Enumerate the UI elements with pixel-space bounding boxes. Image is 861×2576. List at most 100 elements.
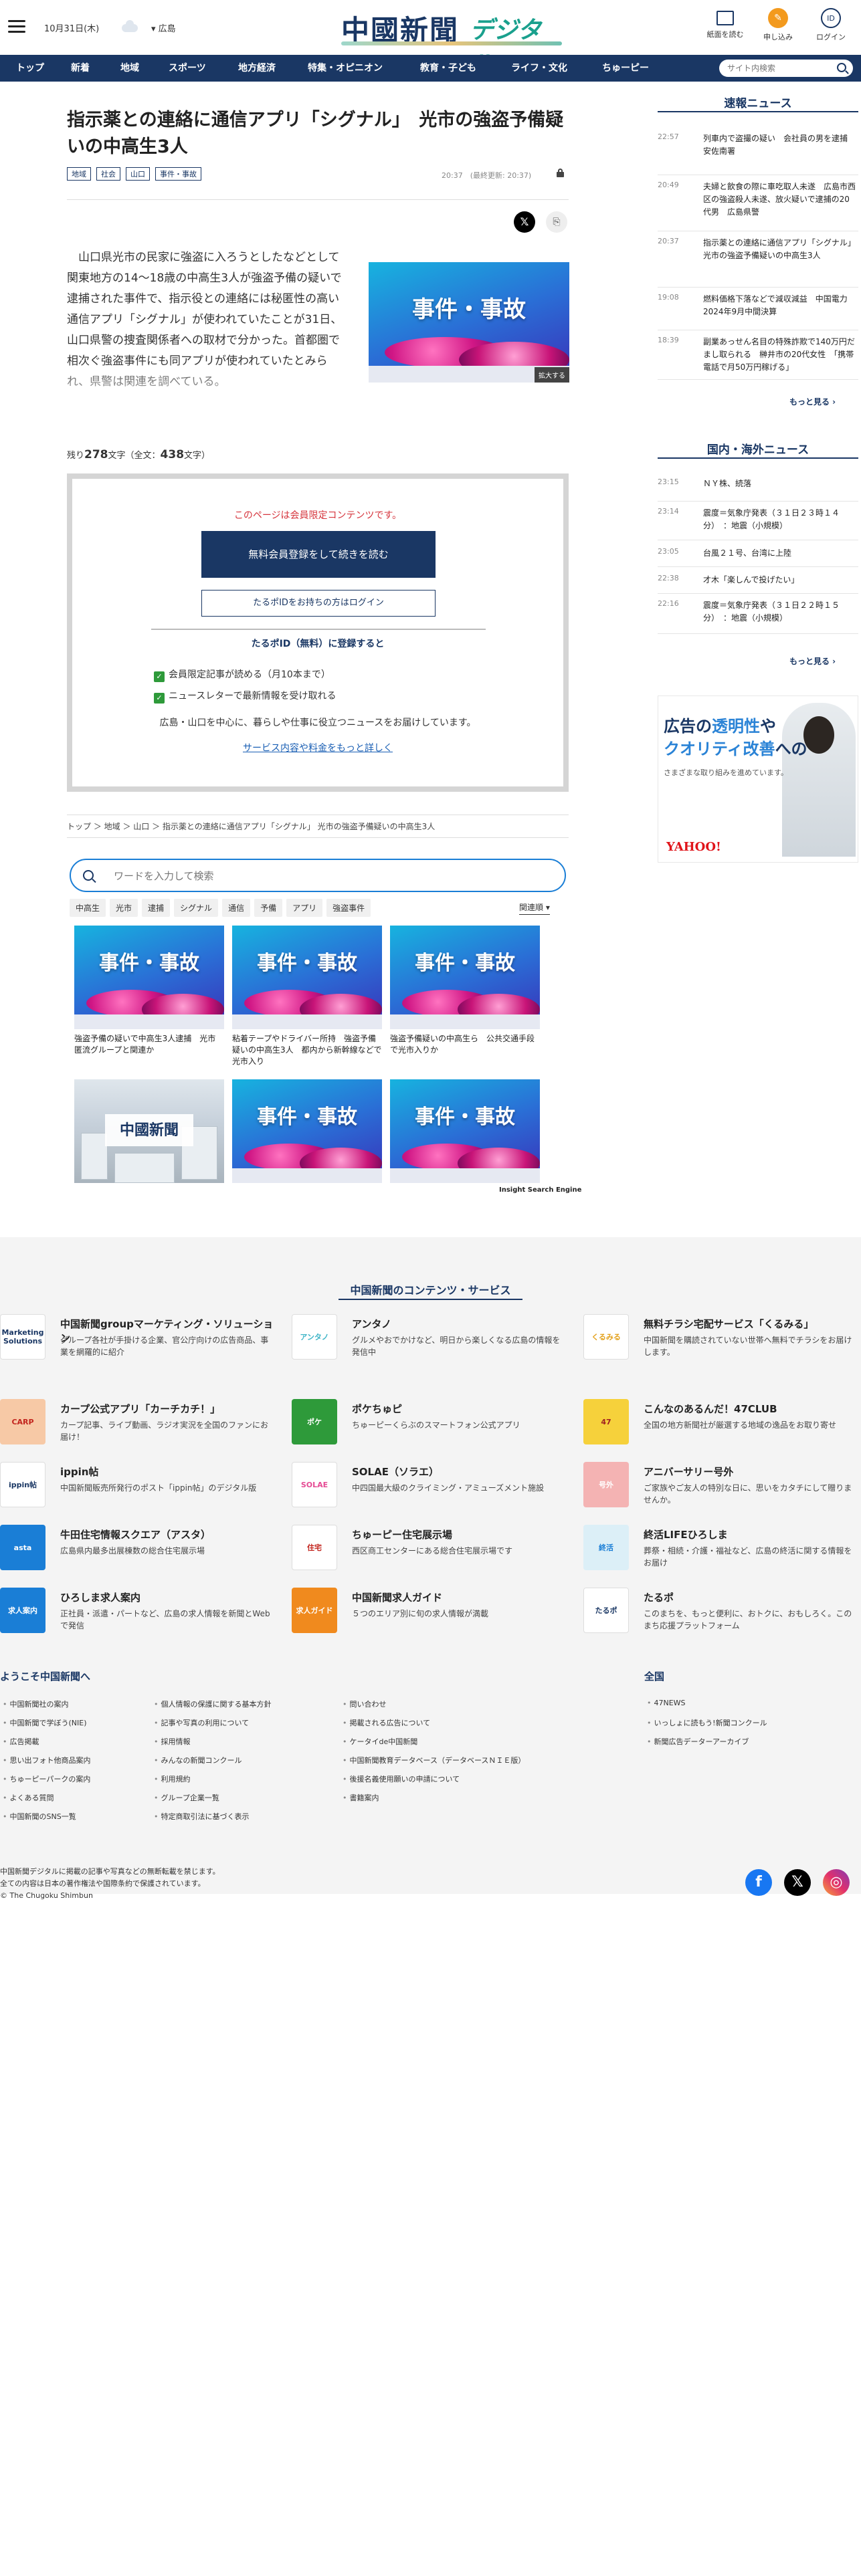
nav-sports[interactable]: スポーツ bbox=[169, 55, 206, 82]
footer-link[interactable]: 利用規約 bbox=[154, 1774, 191, 1784]
world-item[interactable]: 23:05 台風２１号、台湾に上陸 bbox=[658, 540, 858, 567]
tag-society[interactable]: 社会 bbox=[96, 167, 120, 181]
service-item[interactable]: 号外 アニバーサリー号外 ご家族やご友人の特別な日に、思いをカタチにして贈りませんか… bbox=[583, 1462, 852, 1510]
footer-link[interactable]: 中国新聞教育データベース（データベースＮＩＥ版） bbox=[343, 1755, 526, 1765]
login-button[interactable]: ID ログイン bbox=[807, 8, 854, 42]
world-item[interactable]: 23:15 ＮＹ株、続落 bbox=[658, 477, 858, 502]
service-item[interactable]: くるみる 無料チラシ宅配サービス「くるみる」 中国新聞を購読されていない世帯へ無料で… bbox=[583, 1314, 852, 1362]
keyword-search[interactable] bbox=[70, 859, 566, 892]
advertisement[interactable]: 広告の透明性や クオリティ改善への さまざまな取り組みを進めています。 YAHO… bbox=[658, 695, 858, 863]
share-x-icon[interactable]: 𝕏 bbox=[514, 211, 535, 233]
footer-link[interactable]: よくある質問 bbox=[3, 1792, 54, 1803]
nav-life[interactable]: ライフ・文化 bbox=[511, 55, 567, 82]
footer-link[interactable]: ちゅーピーパークの案内 bbox=[3, 1774, 91, 1784]
keyword-search-input[interactable] bbox=[114, 869, 515, 883]
service-item[interactable]: CARP カープ公式アプリ「カーチカチ！」 カープ記事、ライブ動画、ラジオ実況を全国… bbox=[0, 1399, 268, 1447]
footer-link[interactable]: 掲載される広告について bbox=[343, 1717, 431, 1728]
breaking-more-link[interactable]: もっと見る › bbox=[789, 396, 836, 407]
article-image[interactable]: 事件・事故 拡大する bbox=[369, 262, 569, 383]
service-item[interactable]: Marketing Solutions 中国新聞groupマーケティング・ソリュー… bbox=[0, 1314, 273, 1362]
tag-region[interactable]: 地域 bbox=[67, 167, 91, 181]
menu-icon[interactable] bbox=[8, 20, 25, 33]
nav-region[interactable]: 地域 bbox=[120, 55, 139, 82]
nav-economy[interactable]: 地方経済 bbox=[238, 55, 276, 82]
breaking-item[interactable]: 22:57 列車内で盗撮の疑い 会社員の男を逮捕 安佐南署 bbox=[658, 132, 858, 175]
service-item[interactable]: ポケ ポケちゅピ ちゅーピーくらぶのスマートフォン公式アプリ bbox=[292, 1399, 559, 1447]
site-search-input[interactable] bbox=[727, 62, 828, 74]
breaking-item[interactable]: 19:08 燃料価格下落などで減収減益 中国電力 2024年9月中間決算 bbox=[658, 288, 858, 330]
read-paper-button[interactable]: 紙面を読む bbox=[702, 8, 749, 39]
breaking-item[interactable]: 18:39 副業あっせん名目の特殊詐欺で140万円だまし取られる 榊井市の20代女… bbox=[658, 330, 858, 380]
keyword-chip[interactable]: 中高生 bbox=[70, 899, 106, 917]
site-logo[interactable]: 中國新聞 デジタル bbox=[341, 8, 562, 79]
footer-link[interactable]: 後援名義使用願いの申請について bbox=[343, 1774, 460, 1784]
related-card[interactable]: 中國新聞 bbox=[74, 1079, 224, 1183]
site-search[interactable] bbox=[719, 60, 853, 77]
footer-link[interactable]: ケータイde中国新聞 bbox=[343, 1736, 418, 1747]
service-item[interactable]: 求人ガイド 中国新聞求人ガイド ５つのエリア別に旬の求人情報が満載 bbox=[292, 1588, 559, 1636]
footer-link[interactable]: 思い出フォト他商品案内 bbox=[3, 1755, 91, 1765]
region-selector[interactable]: ▾ 広島 bbox=[151, 21, 176, 34]
nav-chupy[interactable]: ちゅーピー bbox=[602, 55, 649, 82]
zoom-button[interactable]: 拡大する bbox=[535, 367, 569, 383]
related-card[interactable]: 事件・事故 bbox=[390, 1079, 540, 1183]
service-item[interactable]: ippin帖 ippin帖 中国新聞販売所発行のポスト「ippin帖」のデジタル版 bbox=[0, 1462, 268, 1510]
footer-link[interactable]: 書籍案内 bbox=[343, 1792, 379, 1803]
facebook-icon[interactable]: f bbox=[745, 1869, 772, 1896]
world-item[interactable]: 22:38 才木「楽しんで投げたい」 bbox=[658, 567, 858, 594]
footer-link[interactable]: 個人情報の保護に関する基本方針 bbox=[154, 1699, 272, 1709]
search-icon[interactable] bbox=[837, 63, 846, 72]
world-item[interactable]: 23:14 震度＝気象庁発表（３１日２３時１４分） ：地震（小規模） bbox=[658, 502, 858, 540]
service-item[interactable]: SOLAE SOLAE（ソラエ） 中四国最大級のクライミング・アミューズメント施設 bbox=[292, 1462, 559, 1510]
service-item[interactable]: アンタノ アンタノ グルメやおでかけなど、明日から楽しくなる広島の情報を発信中 bbox=[292, 1314, 560, 1362]
footer-link[interactable]: グループ企業一覧 bbox=[154, 1792, 219, 1803]
footer-link[interactable]: 記事や写真の利用について bbox=[154, 1717, 250, 1728]
keyword-chip[interactable]: 光市 bbox=[110, 899, 138, 917]
breadcrumb[interactable]: トップ ＞ 地域 ＞ 山口 ＞ 指示薬との連絡に通信アプリ「シグナル」 光市の強… bbox=[67, 815, 569, 838]
x-icon[interactable]: 𝕏 bbox=[784, 1869, 811, 1896]
service-item[interactable]: 求人案内 ひろしま求人案内 正社員・派遣・パートなど、広島の求人情報を新聞とWebで… bbox=[0, 1588, 270, 1636]
footer-link[interactable]: 特定商取引法に基づく表示 bbox=[154, 1811, 250, 1822]
service-item[interactable]: 終活 終活LIFEひろしま 葬祭・相続・介護・福祉など、広島の終活に関する情報をお届… bbox=[583, 1525, 852, 1573]
nav-opinion[interactable]: 特集・オピニオン bbox=[308, 55, 383, 82]
world-item[interactable]: 22:16 震度＝気象庁発表（３１日２２時１５分） ：地震（小規模） bbox=[658, 594, 858, 634]
nav-new[interactable]: 新着 bbox=[71, 55, 90, 82]
instagram-icon[interactable]: ◎ bbox=[823, 1869, 850, 1896]
apply-button[interactable]: ✎ 申し込み bbox=[755, 8, 801, 42]
register-button[interactable]: 無料会員登録をして続きを読む bbox=[201, 531, 436, 578]
nav-top[interactable]: トップ bbox=[16, 55, 44, 82]
paywall-login-button[interactable]: たるポIDをお持ちの方はログイン bbox=[201, 590, 436, 617]
footer-link[interactable]: 広告掲載 bbox=[3, 1736, 39, 1747]
related-card[interactable]: 事件・事故 bbox=[232, 1079, 382, 1183]
world-more-link[interactable]: もっと見る › bbox=[789, 655, 836, 667]
footer-link[interactable]: 問い合わせ bbox=[343, 1699, 387, 1709]
breaking-item[interactable]: 20:49 夫婦と飲食の際に車吃取人未遂 広島市西区の強盗殺人未遂、放火疑いで逮捕… bbox=[658, 175, 858, 231]
sort-select[interactable]: 関連順 ▾ bbox=[519, 901, 550, 915]
keyword-chip[interactable]: 予備 bbox=[254, 899, 283, 917]
footer-link[interactable]: 中国新聞で学ぼう(NIE) bbox=[3, 1717, 87, 1728]
footer-link[interactable]: 47NEWS bbox=[647, 1699, 686, 1707]
service-item[interactable]: 47 こんなのあるんだ！47CLUB 全国の地方新聞社が厳選する地域の逸品をお取り寄… bbox=[583, 1399, 851, 1447]
keyword-chip[interactable]: 強盗事件 bbox=[326, 899, 371, 917]
footer-link[interactable]: みんなの新聞コンクール bbox=[154, 1755, 242, 1765]
nav-education[interactable]: 教育・子ども bbox=[420, 55, 476, 82]
keyword-chip[interactable]: 通信 bbox=[222, 899, 251, 917]
footer-link[interactable]: 中国新聞社の案内 bbox=[3, 1699, 69, 1709]
footer-link[interactable]: 新聞広告データーアーカイブ bbox=[647, 1736, 749, 1747]
related-card[interactable]: 事件・事故 強盗予備の疑いで中高生3人逮捕 光市 匿流グループと関連か bbox=[74, 926, 224, 1056]
breaking-item[interactable]: 20:37 指示薬との連絡に通信アプリ「シグナル」光市の強盗予備疑いの中高生3人 bbox=[658, 231, 858, 288]
related-card[interactable]: 事件・事故 強盗予備疑いの中高生ら 公共交通手段で光市入りか bbox=[390, 926, 540, 1056]
service-item[interactable]: たるポ たるポ このまちを、もっと便利に、おトクに、おもしろく。このまち応援プラット… bbox=[583, 1588, 852, 1636]
tag-yamaguchi[interactable]: 山口 bbox=[126, 167, 150, 181]
tag-incident[interactable]: 事件・事故 bbox=[155, 167, 201, 181]
footer-link[interactable]: 採用情報 bbox=[154, 1736, 191, 1747]
footer-link[interactable]: いっしょに読もう!新聞コンクール bbox=[647, 1717, 767, 1728]
service-item[interactable]: asta 牛田住宅情報スクエア（アスタ） 広島県内最多出展棟数の総合住宅展示場 bbox=[0, 1525, 268, 1573]
copy-link-icon[interactable]: ⎘ bbox=[546, 211, 567, 233]
keyword-chip[interactable]: シグナル bbox=[174, 899, 219, 917]
keyword-chip[interactable]: アプリ bbox=[286, 899, 323, 917]
service-item[interactable]: 住宅 ちゅーピー住宅展示場 西区商工センターにある総合住宅展示場です bbox=[292, 1525, 559, 1573]
service-details-link[interactable]: サービス内容や料金をもっと詳しく bbox=[72, 741, 563, 754]
footer-link[interactable]: 中国新聞のSNS一覧 bbox=[3, 1811, 76, 1822]
keyword-chip[interactable]: 逮捕 bbox=[142, 899, 171, 917]
